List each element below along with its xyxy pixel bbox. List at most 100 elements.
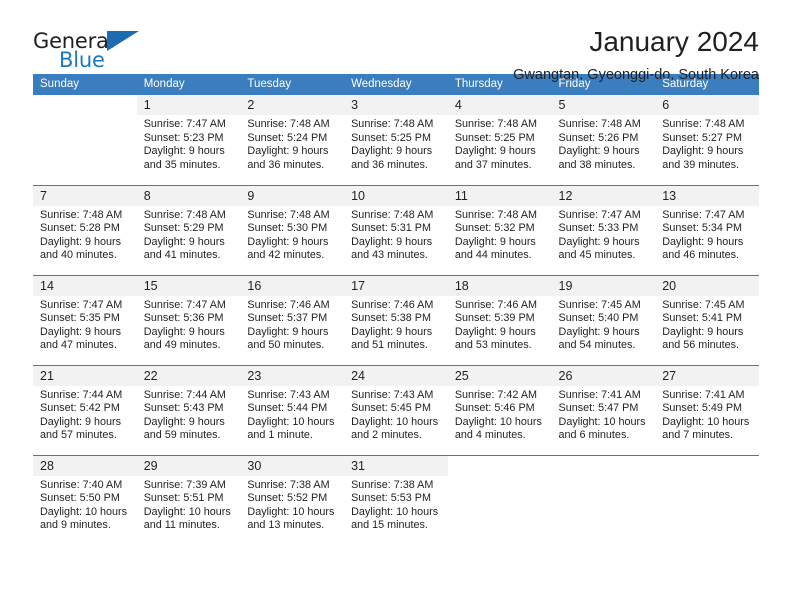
daylight-text: Daylight: 9 hours [454,325,536,338]
daylight-text: and 54 minutes. [558,339,636,351]
sunset-text: Sunset: 5:23 PM [143,131,224,144]
day-sun-info: Sunrise: 7:47 AM Sunset: 5:34 PM Daylight:… [655,206,759,263]
sunset-text: Sunset: 5:42 PM [40,402,120,414]
daylight-text: and 38 minutes. [558,158,636,171]
day-sun-info: Sunrise: 7:47 AM Sunset: 5:33 PM Daylight:… [552,206,656,263]
day-number: 20 [655,275,759,296]
calendar-day-cell[interactable]: 8 Sunrise: 7:48 AM Sunset: 5:29 PM Daylight… [136,184,241,275]
sunset-text: Sunset: 5:39 PM [454,312,535,324]
day-number: 11 [447,185,552,206]
calendar-day-cell[interactable]: 19 Sunrise: 7:45 AM Sunset: 5:40 PM Dayligh… [551,274,656,365]
daylight-text: and 39 minutes. [662,158,740,171]
calendar-week-row: 28 Sunrise: 7:40 AM Sunset: 5:50 PM Dayligh… [33,454,759,546]
sunset-text: Sunset: 5:32 PM [454,222,535,234]
calendar-day-cell[interactable]: 20 Sunrise: 7:45 AM Sunset: 5:41 PM Dayligh… [655,274,759,365]
calendar-day-cell[interactable]: 22 Sunrise: 7:44 AM Sunset: 5:43 PM Dayligh… [136,364,241,455]
daylight-text: Daylight: 9 hours [143,145,225,157]
calendar-day-cell[interactable]: 10 Sunrise: 7:48 AM Sunset: 5:31 PM Dayligh… [344,184,448,275]
day-number: 23 [240,365,345,386]
sunrise-text: Sunrise: 7:48 AM [558,118,641,130]
sunset-text: Sunset: 5:24 PM [247,131,328,144]
sunset-text: Sunset: 5:25 PM [351,131,431,144]
daylight-text: Daylight: 9 hours [558,145,640,157]
daylight-text: Daylight: 9 hours [558,235,640,248]
sunset-text: Sunset: 5:38 PM [351,312,431,324]
calendar-day-cell[interactable]: 12 Sunrise: 7:47 AM Sunset: 5:33 PM Dayligh… [551,184,656,275]
calendar-day-cell[interactable]: 26 Sunrise: 7:41 AM Sunset: 5:47 PM Dayligh… [551,364,656,455]
calendar-day-cell[interactable]: 17 Sunrise: 7:46 AM Sunset: 5:38 PM Dayligh… [344,274,448,365]
calendar-day-cell[interactable]: 6 Sunrise: 7:48 AM Sunset: 5:27 PM Daylight… [655,95,759,185]
sunset-text: Sunset: 5:49 PM [662,402,743,414]
sunset-text: Sunset: 5:31 PM [351,222,431,234]
sunset-text: Sunset: 5:47 PM [558,402,639,414]
calendar-day-cell[interactable]: 2 Sunrise: 7:48 AM Sunset: 5:24 PM Daylight… [240,95,345,185]
daylight-text: Daylight: 10 hours [454,415,542,428]
day-cell-content: 13 Sunrise: 7:47 AM Sunset: 5:34 PM Dayligh… [655,185,759,275]
day-cell-content: 7 Sunrise: 7:48 AM Sunset: 5:28 PM Daylight… [33,185,137,275]
daylight-text: and 36 minutes. [351,158,428,171]
daylight-text: Daylight: 9 hours [351,325,433,338]
day-sun-info: Sunrise: 7:47 AM Sunset: 5:35 PM Daylight:… [33,296,137,353]
daylight-text: Daylight: 9 hours [351,235,433,248]
calendar-day-cell[interactable]: 11 Sunrise: 7:48 AM Sunset: 5:32 PM Dayligh… [447,184,552,275]
day-number: 22 [136,365,241,386]
daylight-text: and 47 minutes. [40,339,117,351]
day-number: 1 [136,95,241,115]
calendar-day-cell[interactable]: 9 Sunrise: 7:48 AM Sunset: 5:30 PM Daylight… [240,184,345,275]
calendar-day-cell[interactable]: 15 Sunrise: 7:47 AM Sunset: 5:36 PM Dayligh… [136,274,241,365]
calendar-day-cell[interactable]: 4 Sunrise: 7:48 AM Sunset: 5:25 PM Daylight… [447,95,552,185]
sunrise-text: Sunrise: 7:47 AM [40,298,123,311]
day-cell-content: 26 Sunrise: 7:41 AM Sunset: 5:47 PM Dayligh… [551,365,656,455]
day-sun-info: Sunrise: 7:48 AM Sunset: 5:32 PM Daylight:… [448,206,552,263]
calendar-day-cell[interactable]: 23 Sunrise: 7:43 AM Sunset: 5:44 PM Dayligh… [240,364,345,455]
day-number: 18 [447,275,552,296]
day-cell-content: 17 Sunrise: 7:46 AM Sunset: 5:38 PM Dayligh… [344,275,448,365]
calendar-day-cell[interactable]: 24 Sunrise: 7:43 AM Sunset: 5:45 PM Dayligh… [344,364,448,455]
daylight-text: and 40 minutes. [40,249,117,261]
sunrise-text: Sunrise: 7:47 AM [143,298,226,311]
sunrise-text: Sunrise: 7:45 AM [558,298,641,311]
calendar-day-cell[interactable]: 14 Sunrise: 7:47 AM Sunset: 5:35 PM Dayligh… [33,274,137,365]
day-sun-info: Sunrise: 7:45 AM Sunset: 5:40 PM Daylight:… [552,296,656,353]
day-sun-info: Sunrise: 7:47 AM Sunset: 5:36 PM Daylight:… [137,296,241,353]
calendar-day-cell[interactable]: 16 Sunrise: 7:46 AM Sunset: 5:37 PM Dayligh… [240,274,345,365]
calendar-day-cell[interactable]: 25 Sunrise: 7:42 AM Sunset: 5:46 PM Dayligh… [447,364,552,455]
day-number: 25 [447,365,552,386]
calendar-day-cell[interactable]: 13 Sunrise: 7:47 AM Sunset: 5:34 PM Dayligh… [655,184,759,275]
daylight-text: Daylight: 9 hours [454,235,536,248]
calendar-day-cell[interactable]: 3 Sunrise: 7:48 AM Sunset: 5:25 PM Daylight… [344,95,448,185]
daylight-text: Daylight: 9 hours [351,145,433,157]
day-sun-info: Sunrise: 7:48 AM Sunset: 5:27 PM Daylight:… [655,115,759,172]
day-number: 26 [551,365,656,386]
daylight-text: and 13 minutes. [247,519,325,531]
day-sun-info: Sunrise: 7:46 AM Sunset: 5:37 PM Daylight:… [240,296,344,353]
calendar-day-cell[interactable]: 5 Sunrise: 7:48 AM Sunset: 5:26 PM Daylight… [551,95,656,185]
calendar-day-cell[interactable]: 7 Sunrise: 7:48 AM Sunset: 5:28 PM Daylight… [33,184,137,275]
sunrise-text: Sunrise: 7:47 AM [143,118,226,130]
day-cell-content: 28 Sunrise: 7:40 AM Sunset: 5:50 PM Dayligh… [33,455,137,546]
calendar-day-cell[interactable]: 21 Sunrise: 7:44 AM Sunset: 5:42 PM Dayligh… [33,364,137,455]
page-header: General Blue January 2024 Gwangtan, Gyeo… [33,0,759,83]
calendar-day-cell[interactable]: 28 Sunrise: 7:40 AM Sunset: 5:50 PM Dayligh… [33,454,137,546]
calendar-day-cell[interactable]: 29 Sunrise: 7:39 AM Sunset: 5:51 PM Dayligh… [136,454,241,545]
daylight-text: and 46 minutes. [662,249,740,261]
day-cell-content: 21 Sunrise: 7:44 AM Sunset: 5:42 PM Dayligh… [33,365,137,455]
calendar-day-cell[interactable]: 1 Sunrise: 7:47 AM Sunset: 5:23 PM Daylight… [136,95,241,185]
day-sun-info: Sunrise: 7:48 AM Sunset: 5:25 PM Daylight:… [448,115,552,172]
day-sun-info: Sunrise: 7:48 AM Sunset: 5:28 PM Daylight:… [33,206,137,263]
day-number: 19 [551,275,656,296]
calendar-day-cell[interactable]: 30 Sunrise: 7:38 AM Sunset: 5:52 PM Dayligh… [240,454,345,545]
day-cell-content: 12 Sunrise: 7:47 AM Sunset: 5:33 PM Dayligh… [551,185,656,275]
sunrise-text: Sunrise: 7:43 AM [351,388,434,401]
sunrise-text: Sunrise: 7:42 AM [454,388,538,401]
sunset-text: Sunset: 5:51 PM [143,492,224,504]
sunrise-text: Sunrise: 7:48 AM [247,208,330,221]
calendar-day-cell[interactable]: 27 Sunrise: 7:41 AM Sunset: 5:49 PM Dayligh… [655,364,759,455]
sunrise-text: Sunrise: 7:46 AM [247,298,330,311]
daylight-text: Daylight: 9 hours [143,235,225,248]
day-sun-info: Sunrise: 7:48 AM Sunset: 5:31 PM Daylight:… [344,206,448,263]
day-number: 12 [551,185,656,206]
calendar-day-cell[interactable]: 31 Sunrise: 7:38 AM Sunset: 5:53 PM Dayligh… [344,454,448,545]
calendar-day-cell[interactable]: 18 Sunrise: 7:46 AM Sunset: 5:39 PM Dayligh… [447,274,552,365]
general-blue-logo[interactable]: General Blue [33,26,153,78]
